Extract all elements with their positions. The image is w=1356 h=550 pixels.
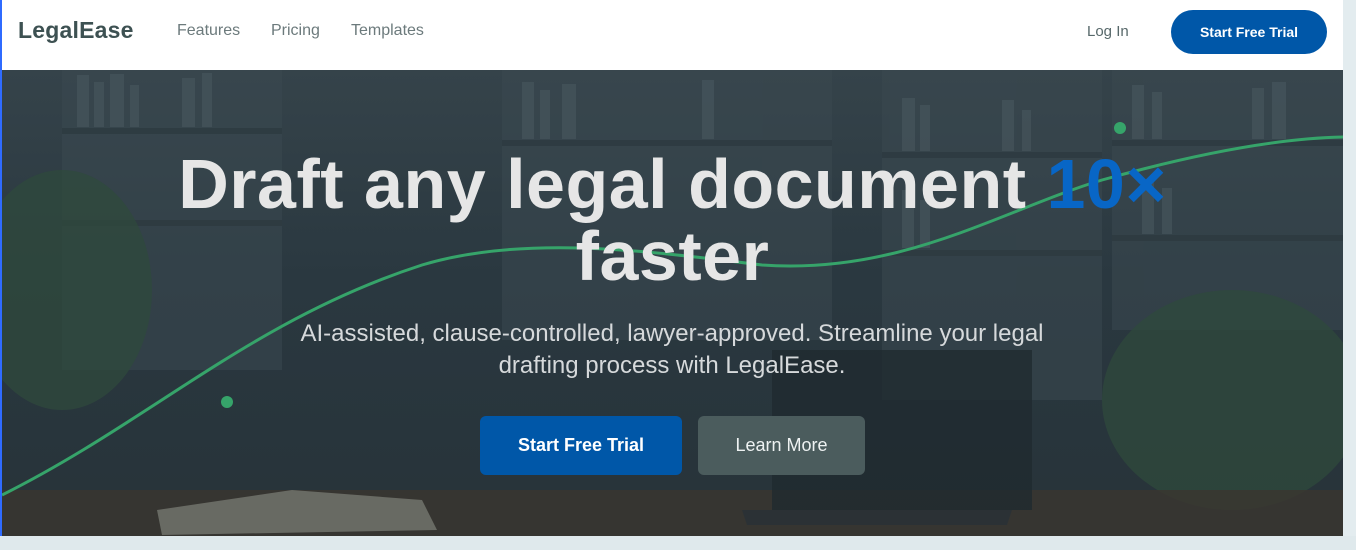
hero-subtitle: AI-assisted, clause-controlled, lawyer-a… (300, 320, 1044, 379)
landing-page: LegalEase Features Pricing Templates Log… (0, 0, 1343, 536)
hero-title-main: Draft any legal document (178, 145, 1047, 223)
login-link[interactable]: Log In (1087, 23, 1129, 40)
learn-more-button[interactable]: Learn More (698, 416, 865, 475)
hero-title-accent: 10× (1046, 145, 1167, 223)
hero-title: Draft any legal document 10× faster (2, 148, 1343, 292)
brand-logo[interactable]: LegalEase (18, 17, 134, 44)
window-bottom-edge (0, 536, 1356, 550)
start-free-trial-nav-button[interactable]: Start Free Trial (1171, 10, 1327, 54)
nav-link-templates[interactable]: Templates (351, 22, 424, 40)
hero-section: Draft any legal document 10× faster AI-a… (2, 70, 1343, 536)
nav-link-features[interactable]: Features (177, 22, 240, 40)
nav-link-pricing[interactable]: Pricing (271, 22, 320, 40)
top-navigation-bar: LegalEase Features Pricing Templates Log… (2, 0, 1343, 70)
hero-title-end: faster (575, 217, 770, 295)
start-free-trial-button[interactable]: Start Free Trial (480, 416, 682, 475)
